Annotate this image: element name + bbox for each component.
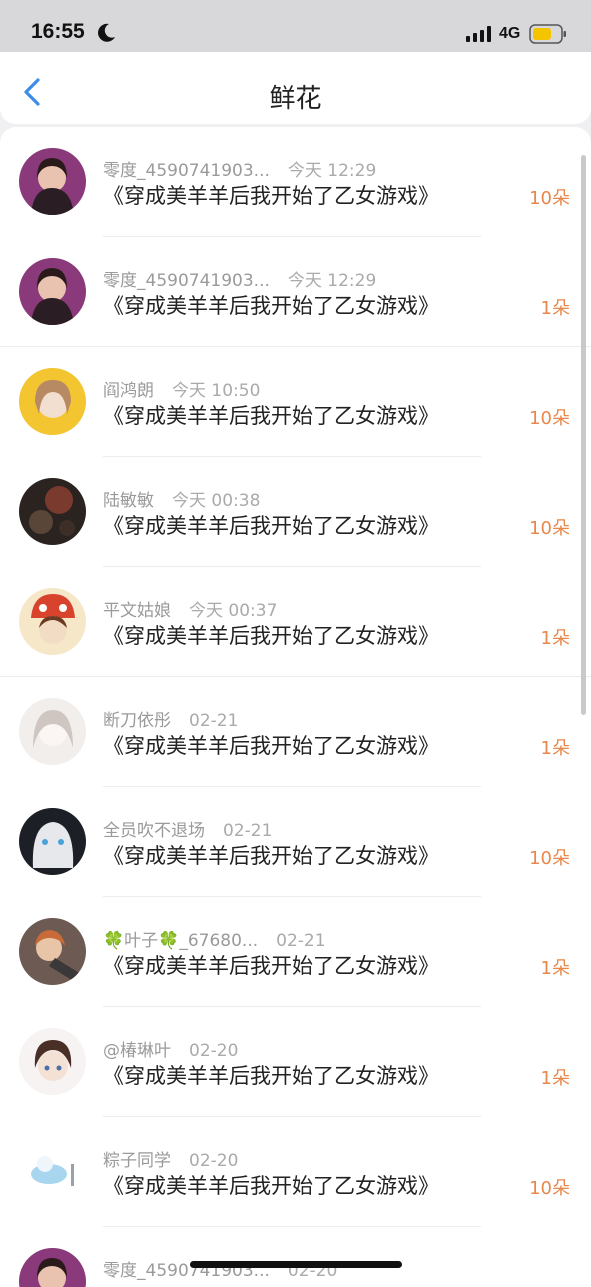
list-item[interactable]: 🍀叶子🍀_67680... 02-21 《穿成美羊羊后我开始了乙女游戏》 1朵 [0,897,591,1007]
list-item[interactable]: 零度_4590741903... 今天 12:29 《穿成美羊羊后我开始了乙女游戏… [0,127,591,237]
record-meta: @椿琳叶 02-20 [103,1036,238,1061]
record-meta: 陆敏敏 今天 00:38 [103,486,260,511]
record-time: 02-21 [189,711,239,731]
list-item[interactable]: 粽子同学 02-20 《穿成美羊羊后我开始了乙女游戏》 10朵 [0,1117,591,1227]
list-item[interactable]: 平文姑娘 今天 00:37 《穿成美羊羊后我开始了乙女游戏》 1朵 [0,567,591,677]
user-avatar[interactable] [19,478,86,545]
record-meta: 全员吹不退场 02-21 [103,816,272,841]
flower-count: 10朵 [529,188,570,209]
user-avatar[interactable] [19,588,86,655]
book-title[interactable]: 《穿成美羊羊后我开始了乙女游戏》 [103,510,439,540]
user-avatar[interactable] [19,808,86,875]
record-time: 今天 10:50 [172,381,261,401]
record-time: 今天 00:37 [189,601,278,621]
username[interactable]: 粽子同学 [103,1151,171,1171]
username[interactable]: 零度_4590741903... [103,161,270,181]
list-item[interactable]: @椿琳叶 02-20 《穿成美羊羊后我开始了乙女游戏》 1朵 [0,1007,591,1117]
list-item[interactable]: 零度_4590741903... 今天 12:29 《穿成美羊羊后我开始了乙女游戏… [0,237,591,347]
user-avatar[interactable] [19,368,86,435]
record-time: 02-21 [276,931,326,951]
record-list-body: 零度_4590741903... 今天 12:29 《穿成美羊羊后我开始了乙女游戏… [0,127,591,1287]
scrollbar[interactable] [581,155,586,715]
user-avatar[interactable] [19,918,86,985]
record-time: 02-20 [189,1041,239,1061]
record-meta: 零度_4590741903... 今天 12:29 [103,266,376,291]
book-title[interactable]: 《穿成美羊羊后我开始了乙女游戏》 [103,400,439,430]
flower-record-list[interactable]: 零度_4590741903... 今天 12:29 《穿成美羊羊后我开始了乙女游戏… [0,127,591,1287]
book-title[interactable]: 《穿成美羊羊后我开始了乙女游戏》 [103,840,439,870]
record-time: 02-21 [223,821,273,841]
flower-count: 1朵 [540,958,570,979]
flower-count: 10朵 [529,848,570,869]
record-meta: 零度_4590741903... 02-20 [103,1256,337,1281]
status-time: 16:55 [31,20,85,43]
signal-icon [466,26,491,42]
flower-count: 1朵 [540,298,570,319]
battery-icon [529,24,566,44]
user-avatar[interactable] [19,1028,86,1095]
nav-bar: 鲜花 [0,52,591,124]
user-avatar[interactable] [19,258,86,325]
flower-count: 10朵 [529,408,570,429]
username[interactable]: 断刀依彤 [103,711,171,731]
flower-count: 1朵 [540,1068,570,1089]
list-item[interactable]: 全员吹不退场 02-21 《穿成美羊羊后我开始了乙女游戏》 10朵 [0,787,591,897]
flower-count: 10朵 [529,1178,570,1199]
book-title[interactable]: 《穿成美羊羊后我开始了乙女游戏》 [103,950,439,980]
status-bar: 16:55 4G [0,0,591,52]
user-avatar[interactable] [19,698,86,765]
book-title[interactable]: 《穿成美羊羊后我开始了乙女游戏》 [103,1170,439,1200]
flower-count: 1朵 [540,628,570,649]
book-title[interactable]: 《穿成美羊羊后我开始了乙女游戏》 [103,1060,439,1090]
user-avatar[interactable] [19,148,86,215]
username[interactable]: 全员吹不退场 [103,821,205,841]
user-avatar[interactable] [19,1138,86,1205]
username[interactable]: 平文姑娘 [103,601,171,621]
username[interactable]: 🍀叶子🍀_67680... [103,931,258,951]
book-title[interactable]: 《穿成美羊羊后我开始了乙女游戏》 [103,290,439,320]
record-meta: 零度_4590741903... 今天 12:29 [103,156,376,181]
network-label: 4G [499,25,521,42]
username[interactable]: 阎鸿朗 [103,381,154,401]
username[interactable]: @椿琳叶 [103,1041,171,1061]
flower-count: 1朵 [540,738,570,759]
list-item[interactable]: 阎鸿朗 今天 10:50 《穿成美羊羊后我开始了乙女游戏》 10朵 [0,347,591,457]
book-title[interactable]: 《穿成美羊羊后我开始了乙女游戏》 [103,620,439,650]
moon-icon [98,23,115,42]
record-time: 今天 00:38 [172,491,261,511]
username[interactable]: 零度_4590741903... [103,271,270,291]
record-meta: 粽子同学 02-20 [103,1146,238,1171]
record-meta: 平文姑娘 今天 00:37 [103,596,277,621]
user-avatar[interactable] [19,1248,86,1287]
book-title[interactable]: 《穿成美羊羊后我开始了乙女游戏》 [103,180,439,210]
list-item[interactable]: 断刀依彤 02-21 《穿成美羊羊后我开始了乙女游戏》 1朵 [0,677,591,787]
page-title: 鲜花 [269,84,322,114]
home-indicator[interactable] [190,1261,402,1268]
record-time: 今天 12:29 [287,161,377,181]
list-item[interactable]: 零度_4590741903... 02-20 [0,1227,591,1287]
record-time: 02-20 [189,1151,239,1171]
record-meta: 断刀依彤 02-21 [103,706,238,731]
flower-count: 10朵 [529,518,570,539]
record-meta: 阎鸿朗 今天 10:50 [103,376,260,401]
record-time: 今天 12:29 [287,271,377,291]
book-title[interactable]: 《穿成美羊羊后我开始了乙女游戏》 [103,730,439,760]
username[interactable]: 陆敏敏 [103,491,154,511]
record-meta: 🍀叶子🍀_67680... 02-21 [103,926,326,951]
list-item[interactable]: 陆敏敏 今天 00:38 《穿成美羊羊后我开始了乙女游戏》 10朵 [0,457,591,567]
